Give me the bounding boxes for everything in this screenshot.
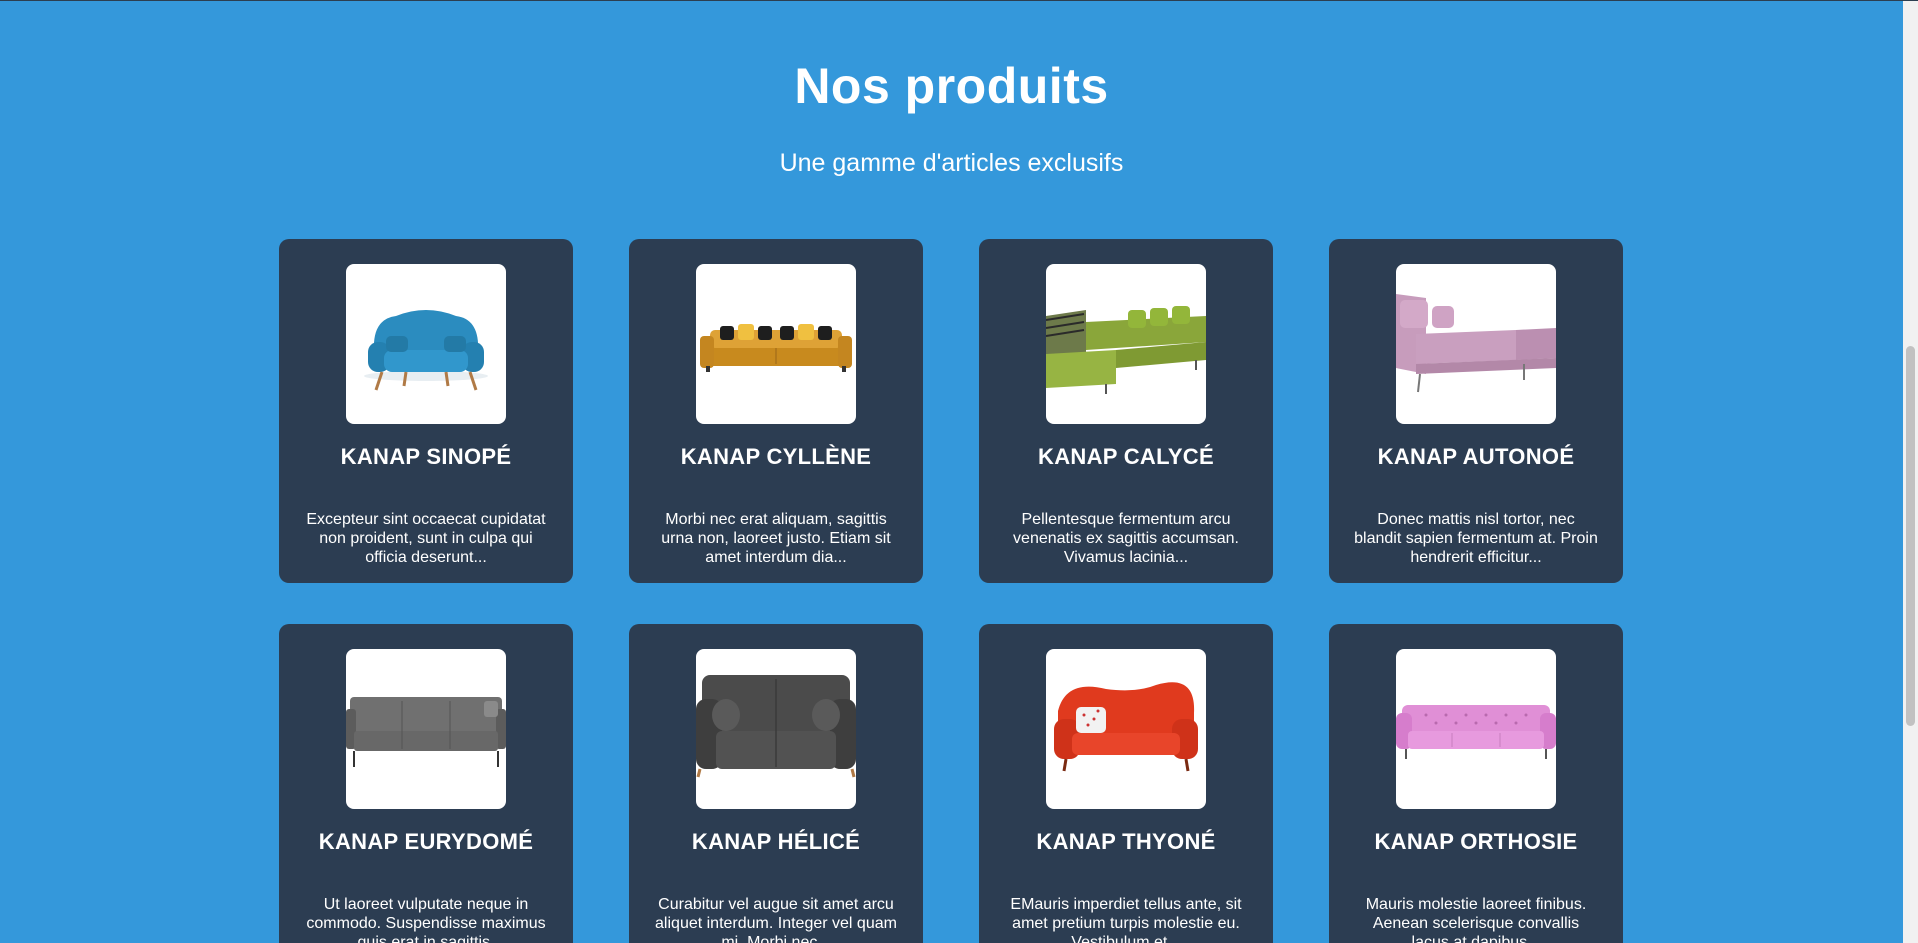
section-title: Nos produits <box>794 58 1109 114</box>
scrollbar-thumb[interactable] <box>1906 346 1915 726</box>
product-name: KANAP THYONÉ <box>1036 829 1216 854</box>
product-card[interactable]: KANAP AUTONOÉ Donec mattis nisl tortor, … <box>1329 239 1623 583</box>
blue-sofa-image <box>346 264 506 424</box>
sofa-icon <box>700 324 852 372</box>
products-section: Nos produits Une gamme d'articles exclus… <box>0 1 1903 943</box>
product-description: Pellentesque fermentum arcu venenatis ex… <box>1013 511 1239 566</box>
product-card[interactable]: KANAP CYLLÈNE Morbi nec erat aliquam, sa… <box>629 239 923 583</box>
product-description: Donec mattis nisl tortor, nec blandit sa… <box>1354 511 1598 566</box>
vertical-scrollbar[interactable] <box>1903 1 1918 943</box>
products-grid: KANAP SINOPÉ Excepteur sint occaecat cup… <box>279 239 1624 943</box>
product-name: KANAP CYLLÈNE <box>680 444 872 469</box>
page: Nos produits Une gamme d'articles exclus… <box>0 0 1918 943</box>
product-card[interactable]: KANAP THYONÉ EMauris imperdiet tellus an… <box>979 624 1273 943</box>
product-description: Morbi nec erat aliquam, sagittis urna no… <box>661 511 891 566</box>
section-subtitle: Une gamme d'articles exclusifs <box>779 149 1124 177</box>
product-name: KANAP SINOPÉ <box>340 444 512 469</box>
sofa-icon <box>1054 682 1198 772</box>
sofa-icon <box>346 697 506 767</box>
product-name: KANAP EURYDOMÉ <box>318 829 534 854</box>
product-card[interactable]: KANAP CALYCÉ Pellentesque fermentum arcu… <box>979 239 1273 583</box>
sofa-icon <box>696 675 856 778</box>
product-description: Mauris molestie laoreet finibus. Aenean … <box>1365 896 1587 943</box>
yellow-sofa-image <box>696 264 856 424</box>
product-description: EMauris imperdiet tellus ante, sit amet … <box>1010 896 1242 943</box>
sofa-icon <box>1396 294 1556 393</box>
green-corner-sofa-image <box>1046 264 1206 424</box>
product-description: Ut laoreet vulputate neque in commodo. S… <box>306 896 546 943</box>
sofa-icon <box>364 310 488 391</box>
sofa-icon <box>1396 705 1556 759</box>
product-name: KANAP AUTONOÉ <box>1377 444 1575 469</box>
product-description: Curabitur vel augue sit amet arcu alique… <box>655 896 897 943</box>
product-card[interactable]: KANAP HÉLICÉ Curabitur vel augue sit ame… <box>629 624 923 943</box>
red-sofa-image <box>1046 649 1206 809</box>
product-card[interactable]: KANAP ORTHOSIE Mauris molestie laoreet f… <box>1329 624 1623 943</box>
grey-sofa-image <box>346 649 506 809</box>
product-name: KANAP CALYCÉ <box>1038 444 1214 469</box>
dark-grey-sofa-image <box>696 649 856 809</box>
product-name: KANAP ORTHOSIE <box>1374 829 1578 854</box>
product-name: KANAP HÉLICÉ <box>691 829 861 854</box>
sofa-icon <box>1046 306 1206 394</box>
product-description: Excepteur sint occaecat cupidatat non pr… <box>306 511 546 566</box>
pink-tufted-sofa-image <box>1396 649 1556 809</box>
pink-chaise-sofa-image <box>1396 264 1556 424</box>
product-card[interactable]: KANAP EURYDOMÉ Ut laoreet vulputate nequ… <box>279 624 573 943</box>
product-card[interactable]: KANAP SINOPÉ Excepteur sint occaecat cup… <box>279 239 573 583</box>
